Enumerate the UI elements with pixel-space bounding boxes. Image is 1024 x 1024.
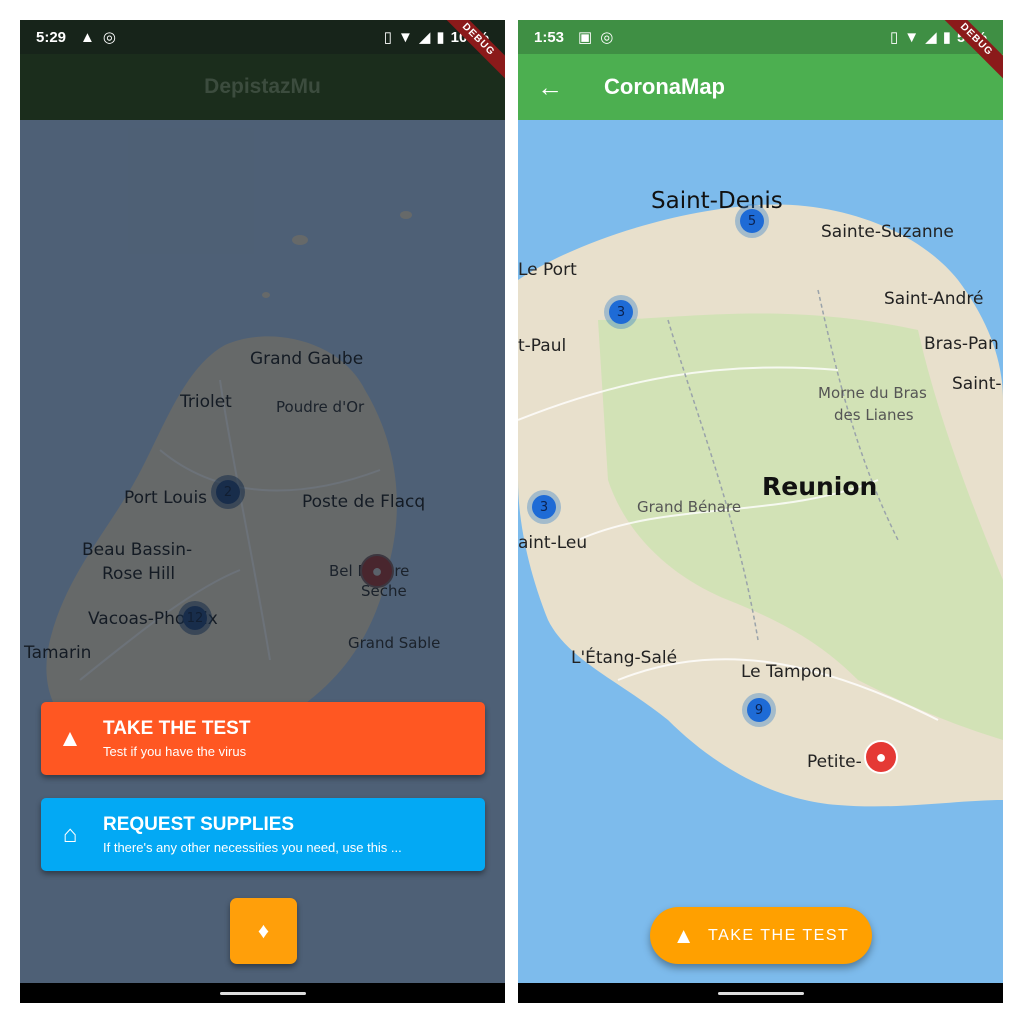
place-label: Rose Hill bbox=[102, 564, 176, 584]
cluster-count: 12 bbox=[183, 606, 207, 630]
status-bar: 1:53 ▣ ◎ ▯ ▼ ◢ ▮ 58% bbox=[518, 20, 1003, 54]
place-label: aint-Leu bbox=[518, 533, 588, 553]
case-cluster-marker[interactable]: 5 bbox=[735, 204, 769, 238]
place-label: Petite- bbox=[807, 752, 862, 772]
map-background bbox=[518, 120, 1003, 983]
case-cluster-marker[interactable]: 2 bbox=[211, 475, 245, 509]
case-cluster-marker[interactable]: 9 bbox=[742, 693, 776, 727]
data-saver-icon: ◎ bbox=[600, 29, 614, 46]
home-handle[interactable] bbox=[717, 992, 804, 995]
wifi-icon: ▼ bbox=[397, 28, 413, 46]
case-cluster-marker[interactable]: 12 bbox=[178, 601, 212, 635]
cluster-count: 9 bbox=[747, 698, 771, 722]
home-handle[interactable] bbox=[219, 992, 306, 995]
user-location-icon[interactable]: ● bbox=[360, 554, 394, 588]
place-label: Saint- bbox=[952, 374, 1002, 394]
place-label: Saint-André bbox=[884, 289, 984, 309]
request-supplies-card[interactable]: ⌂ REQUEST SUPPLIES If there's any other … bbox=[41, 798, 485, 871]
place-label: des Lianes bbox=[834, 406, 914, 424]
wifi-icon: ▼ bbox=[904, 28, 920, 46]
take-test-fab-button[interactable]: ▲ TAKE THE TEST bbox=[650, 907, 872, 964]
notification-add-icon: ♦ bbox=[257, 918, 270, 943]
right-screen: 1:53 ▣ ◎ ▯ ▼ ◢ ▮ 58% DEBUG ← CoronaMap S… bbox=[518, 20, 1003, 1003]
case-cluster-marker[interactable]: 3 bbox=[527, 490, 561, 524]
warning-icon: ▲ bbox=[672, 922, 696, 948]
cluster-count: 5 bbox=[740, 209, 764, 233]
vibrate-icon: ▯ bbox=[383, 29, 392, 46]
cluster-count: 2 bbox=[216, 480, 240, 504]
place-label: Sainte-Suzanne bbox=[821, 222, 954, 242]
place-label: t-Paul bbox=[518, 336, 567, 356]
place-label: Beau Bassin- bbox=[82, 540, 193, 560]
place-label: Morne du Bras bbox=[818, 384, 927, 402]
signal-icon: ◢ bbox=[418, 29, 431, 46]
app-title: DepistazMu bbox=[204, 75, 321, 98]
status-time: 5:29 bbox=[36, 28, 67, 46]
place-label: Poudre d'Or bbox=[276, 398, 365, 416]
card-title: TAKE THE TEST bbox=[103, 718, 251, 739]
basket-icon: ⌂ bbox=[62, 821, 78, 848]
app-title: CoronaMap bbox=[604, 74, 725, 99]
image-icon: ▣ bbox=[578, 29, 593, 46]
notification-fab-button[interactable]: ♦ bbox=[230, 898, 297, 964]
place-label: Port Louis bbox=[124, 488, 208, 508]
data-saver-icon: ◎ bbox=[102, 29, 116, 46]
cluster-count: 3 bbox=[609, 300, 633, 324]
place-label: Grand Gaube bbox=[250, 349, 364, 369]
place-label: Bras-Pan bbox=[924, 334, 999, 354]
card-subtitle: If there's any other necessities you nee… bbox=[103, 840, 402, 855]
system-nav-bar bbox=[518, 983, 1003, 1003]
place-label: Reunion bbox=[762, 472, 878, 501]
system-nav-bar bbox=[20, 983, 505, 1003]
cluster-count: 3 bbox=[532, 495, 556, 519]
card-title: REQUEST SUPPLIES bbox=[103, 814, 295, 835]
status-time: 1:53 bbox=[534, 28, 565, 46]
place-label: Le Port bbox=[518, 260, 577, 280]
user-location-icon[interactable]: ● bbox=[864, 740, 898, 774]
place-label: Tamarin bbox=[24, 643, 92, 663]
place-label: Grand Sable bbox=[348, 634, 441, 652]
battery-icon: ▮ bbox=[436, 29, 445, 46]
status-bar: 5:29 ▲ ◎ ▯ ▼ ◢ ▮ 100% bbox=[20, 20, 505, 54]
app-bar: DepistazMu bbox=[20, 54, 505, 120]
map-view[interactable]: Saint-Denis Sainte-Suzanne Le Port Saint… bbox=[518, 120, 1003, 983]
warning-icon: ▲ bbox=[58, 725, 82, 752]
signal-icon: ◢ bbox=[925, 29, 937, 46]
place-label: Triolet bbox=[180, 392, 232, 412]
place-label: Le Tampon bbox=[741, 662, 833, 682]
card-subtitle: Test if you have the virus bbox=[103, 744, 247, 759]
left-screen: 5:29 ▲ ◎ ▯ ▼ ◢ ▮ 100% DEBUG DepistazMu G… bbox=[20, 20, 505, 1003]
arrow-back-icon[interactable]: ← bbox=[522, 72, 578, 103]
app-bar: ← CoronaMap bbox=[518, 54, 1003, 120]
fab-label: TAKE THE TEST bbox=[707, 926, 850, 944]
battery-icon: ▮ bbox=[942, 29, 951, 46]
case-cluster-marker[interactable]: 3 bbox=[604, 295, 638, 329]
place-label: L'Étang-Salé bbox=[571, 648, 678, 668]
place-label: Grand Bénare bbox=[637, 498, 742, 516]
take-test-card[interactable]: ▲ TAKE THE TEST Test if you have the vir… bbox=[41, 702, 485, 775]
warning-icon: ▲ bbox=[80, 28, 95, 46]
vibrate-icon: ▯ bbox=[890, 29, 899, 46]
place-label: Poste de Flacq bbox=[302, 492, 426, 512]
